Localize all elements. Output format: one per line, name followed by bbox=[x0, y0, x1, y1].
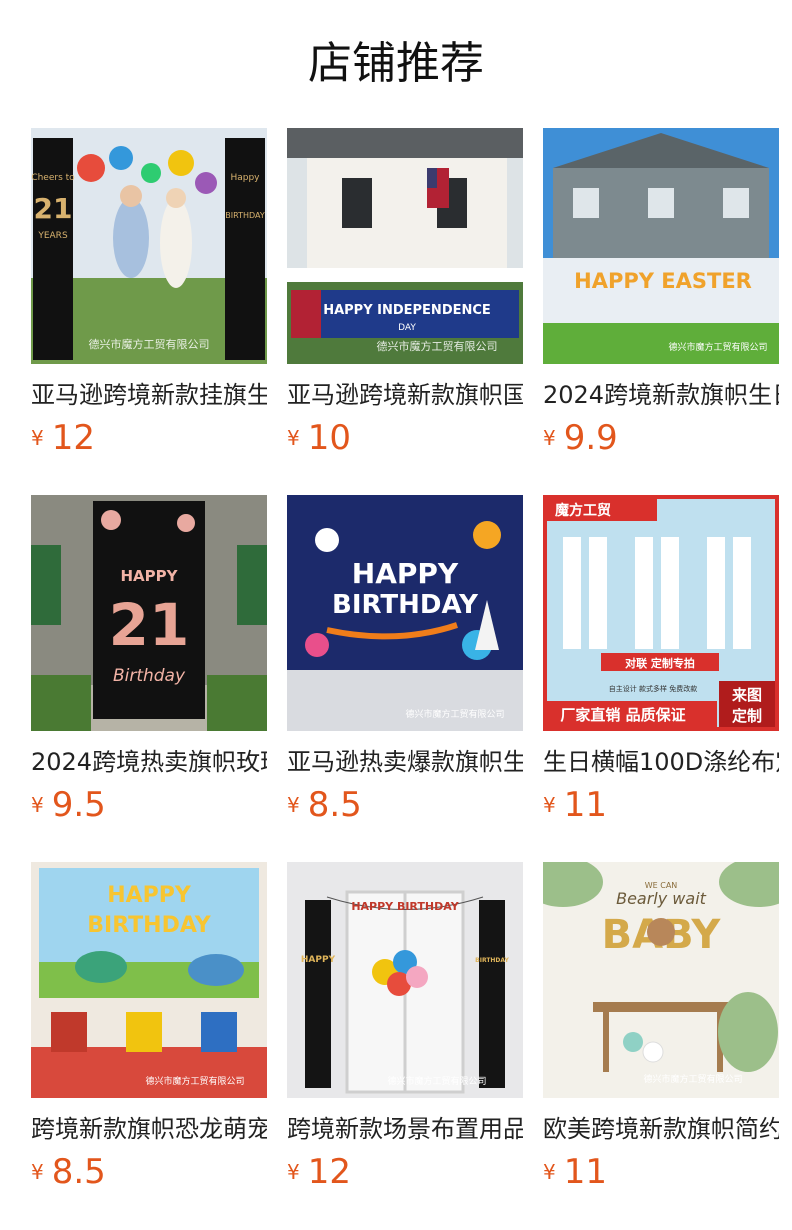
currency-symbol: ¥ bbox=[543, 793, 556, 817]
banner-text: HAPPY bbox=[107, 883, 192, 908]
space-birthday-backdrop-photo: HAPPY BIRTHDAY 德兴市魔方工贸有限公司 bbox=[287, 495, 523, 731]
product-card[interactable]: HAPPY BIRTHDAY 德兴市魔方工贸有限公司 亚马逊热卖爆款旗帜生日 ¥… bbox=[287, 495, 523, 825]
product-price: ¥9.5 bbox=[31, 783, 106, 827]
banner-text: HAPPY bbox=[120, 567, 178, 585]
banner-text: 定制 bbox=[732, 707, 762, 725]
watermark: 德兴市魔方工贸有限公司 bbox=[377, 339, 498, 353]
product-price: ¥8.5 bbox=[31, 1150, 106, 1194]
currency-symbol: ¥ bbox=[543, 426, 556, 450]
product-image[interactable]: HAPPY INDEPENDENCE DAY 德兴市魔方工贸有限公司 bbox=[287, 128, 523, 364]
shop-label: 魔方工贸 bbox=[555, 502, 611, 519]
product-name[interactable]: 2024跨境新款旗帜生日派对 bbox=[543, 378, 779, 412]
price-amount: 11 bbox=[563, 785, 607, 825]
dinosaur-birthday-backdrop-photo: HAPPY BIRTHDAY 德兴市魔方工贸有限公司 bbox=[31, 862, 267, 1098]
currency-symbol: ¥ bbox=[287, 1160, 300, 1184]
banner-text: HAPPY bbox=[352, 557, 459, 590]
custom-couplet-listing-graphic: 魔方工贸 对联 定制专拍 自主设计 款式多样 免费改款 厂家直销 品质保证 来图… bbox=[543, 495, 779, 731]
product-name[interactable]: 2024跨境热卖旗帜玫瑰金 bbox=[31, 745, 267, 779]
product-name[interactable]: 亚马逊跨境新款挂旗生日派对 bbox=[31, 378, 267, 412]
door-cover-21-birthday-photo: HAPPY 21 Birthday bbox=[31, 495, 267, 731]
price-amount: 12 bbox=[51, 418, 95, 458]
product-card[interactable]: HAPPY 21 Birthday 2024跨境热卖旗帜玫瑰金 ¥9.5 bbox=[31, 495, 267, 825]
watermark: 德兴市魔方工贸有限公司 bbox=[387, 1075, 486, 1087]
price-amount: 9.5 bbox=[51, 785, 106, 825]
product-card[interactable]: 魔方工贸 对联 定制专拍 自主设计 款式多样 免费改款 厂家直销 品质保证 来图… bbox=[543, 495, 779, 825]
product-card[interactable]: HAPPY EASTER 德兴市魔方工贸有限公司 2024跨境新款旗帜生日派对 … bbox=[543, 128, 779, 458]
party-door-banner-photo: Cheers to 21 YEARS Happy BIRTHDAY 德兴市魔方工… bbox=[31, 128, 267, 364]
banner-text: HAPPY bbox=[301, 955, 336, 965]
product-name[interactable]: 跨境新款旗帜恐龙萌宠 bbox=[31, 1112, 267, 1146]
product-price: ¥11 bbox=[543, 783, 607, 827]
product-price: ¥10 bbox=[287, 416, 351, 460]
product-name[interactable]: 亚马逊跨境新款旗帜国庆节 bbox=[287, 378, 523, 412]
banner-text: Cheers to bbox=[31, 173, 75, 183]
product-name[interactable]: 亚马逊热卖爆款旗帜生日 bbox=[287, 745, 523, 779]
product-card[interactable]: HAPPY BIRTHDAY 德兴市魔方工贸有限公司 跨境新款旗帜恐龙萌宠 ¥8… bbox=[31, 862, 267, 1192]
banner-text: HAPPY INDEPENDENCE bbox=[323, 303, 491, 318]
watermark: 德兴市魔方工贸有限公司 bbox=[405, 708, 504, 720]
banner-text: HAPPY EASTER bbox=[574, 269, 752, 293]
currency-symbol: ¥ bbox=[31, 426, 44, 450]
banner-text: 21 bbox=[109, 591, 190, 659]
banner-text: Happy bbox=[230, 173, 260, 183]
watermark: 德兴市魔方工贸有限公司 bbox=[643, 1073, 742, 1085]
banner-text: 自主设计 款式多样 免费改款 bbox=[609, 684, 697, 693]
product-name[interactable]: 生日横幅100D涤纶布定制 bbox=[543, 745, 779, 779]
product-name[interactable]: 欧美跨境新款旗帜简约 bbox=[543, 1112, 779, 1146]
product-card[interactable]: HAPPY INDEPENDENCE DAY 德兴市魔方工贸有限公司 亚马逊跨境… bbox=[287, 128, 523, 458]
product-price: ¥12 bbox=[287, 1150, 351, 1194]
product-card[interactable]: Cheers to 21 YEARS Happy BIRTHDAY 德兴市魔方工… bbox=[31, 128, 267, 458]
product-image[interactable]: Cheers to 21 YEARS Happy BIRTHDAY 德兴市魔方工… bbox=[31, 128, 267, 364]
currency-symbol: ¥ bbox=[287, 426, 300, 450]
currency-symbol: ¥ bbox=[287, 793, 300, 817]
banner-text: 厂家直销 品质保证 bbox=[560, 706, 685, 724]
banner-text: DAY bbox=[398, 323, 416, 333]
watermark: 德兴市魔方工贸有限公司 bbox=[668, 341, 767, 353]
banner-text: YEARS bbox=[37, 231, 68, 241]
price-amount: 10 bbox=[307, 418, 351, 458]
price-amount: 12 bbox=[307, 1152, 351, 1192]
price-amount: 9.9 bbox=[563, 418, 618, 458]
currency-symbol: ¥ bbox=[543, 1160, 556, 1184]
price-amount: 11 bbox=[563, 1152, 607, 1192]
baby-shower-backdrop-photo: WE CAN Bearly wait BABY 德兴市魔方工贸有限公司 bbox=[543, 862, 779, 1098]
door-birthday-banner-photo: HAPPY BIRTHDAY HAPPY BIRTHDAY 德兴市魔方工贸有限公… bbox=[287, 862, 523, 1098]
product-image[interactable]: HAPPY BIRTHDAY 德兴市魔方工贸有限公司 bbox=[31, 862, 267, 1098]
product-image[interactable]: HAPPY BIRTHDAY 德兴市魔方工贸有限公司 bbox=[287, 495, 523, 731]
product-price: ¥11 bbox=[543, 1150, 607, 1194]
banner-text: Bearly wait bbox=[616, 889, 707, 908]
banner-text: BIRTHDAY bbox=[87, 913, 212, 938]
product-image[interactable]: HAPPY 21 Birthday bbox=[31, 495, 267, 731]
product-image[interactable]: WE CAN Bearly wait BABY 德兴市魔方工贸有限公司 bbox=[543, 862, 779, 1098]
product-image[interactable]: 魔方工贸 对联 定制专拍 自主设计 款式多样 免费改款 厂家直销 品质保证 来图… bbox=[543, 495, 779, 731]
banner-text: BIRTHDAY bbox=[332, 590, 479, 620]
product-card[interactable]: HAPPY BIRTHDAY HAPPY BIRTHDAY 德兴市魔方工贸有限公… bbox=[287, 862, 523, 1192]
section-title: 店铺推荐 bbox=[308, 38, 484, 89]
banner-text: HAPPY BIRTHDAY bbox=[351, 900, 459, 913]
banner-text: 对联 定制专拍 bbox=[625, 656, 695, 670]
currency-symbol: ¥ bbox=[31, 1160, 44, 1184]
price-amount: 8.5 bbox=[307, 785, 362, 825]
product-image[interactable]: HAPPY BIRTHDAY HAPPY BIRTHDAY 德兴市魔方工贸有限公… bbox=[287, 862, 523, 1098]
banner-text: 21 bbox=[34, 192, 73, 225]
house-flag-banner-photo: HAPPY INDEPENDENCE DAY 德兴市魔方工贸有限公司 bbox=[287, 128, 523, 364]
currency-symbol: ¥ bbox=[31, 793, 44, 817]
product-price: ¥12 bbox=[31, 416, 95, 460]
banner-text: Birthday bbox=[113, 666, 186, 686]
easter-yard-banner-photo: HAPPY EASTER 德兴市魔方工贸有限公司 bbox=[543, 128, 779, 364]
product-card[interactable]: WE CAN Bearly wait BABY 德兴市魔方工贸有限公司 欧美跨境… bbox=[543, 862, 779, 1192]
banner-text: BIRTHDAY bbox=[475, 957, 509, 964]
product-image[interactable]: HAPPY EASTER 德兴市魔方工贸有限公司 bbox=[543, 128, 779, 364]
watermark: 德兴市魔方工贸有限公司 bbox=[145, 1075, 244, 1087]
product-name[interactable]: 跨境新款场景布置用品 bbox=[287, 1112, 523, 1146]
watermark: 德兴市魔方工贸有限公司 bbox=[89, 337, 210, 351]
banner-text: 来图 bbox=[731, 686, 762, 704]
price-amount: 8.5 bbox=[51, 1152, 106, 1192]
banner-text: BIRTHDAY bbox=[225, 211, 265, 220]
product-price: ¥9.9 bbox=[543, 416, 618, 460]
product-price: ¥8.5 bbox=[287, 783, 362, 827]
